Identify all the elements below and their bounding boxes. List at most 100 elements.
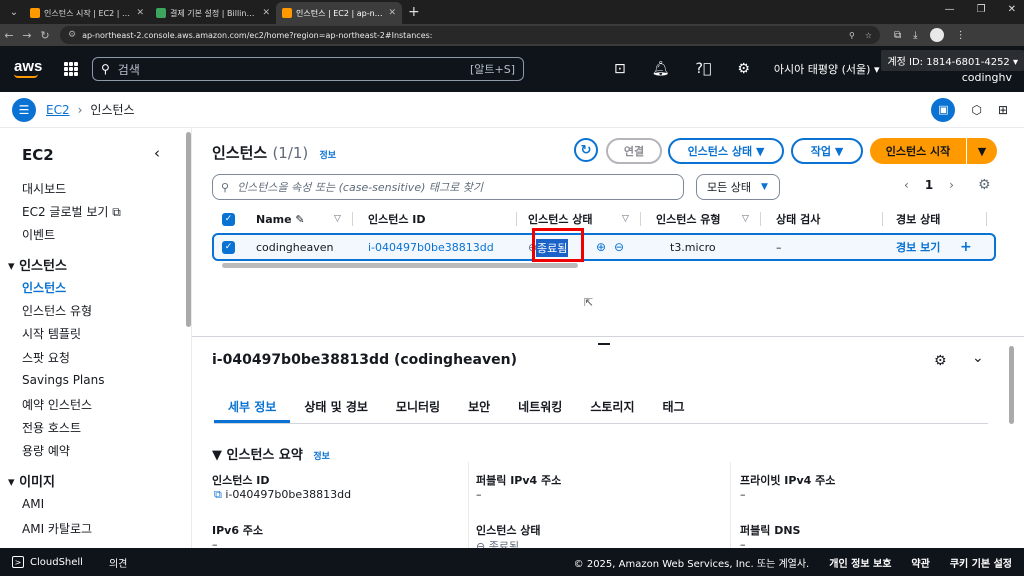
tab-networking[interactable]: 네트워킹 <box>504 392 576 423</box>
tab-storage[interactable]: 스토리지 <box>576 392 648 423</box>
sidebar-item-reserved-instances[interactable]: 예약 인스턴스 <box>22 396 92 413</box>
col-header-instance-id[interactable]: 인스턴스 ID <box>368 211 426 227</box>
add-alarm-button[interactable]: + <box>960 239 972 255</box>
bookmark-star-icon[interactable]: ☆ <box>865 31 872 40</box>
instance-state-button[interactable]: 인스턴스 상태 ▼ <box>668 138 784 164</box>
table-horizontal-scrollbar[interactable] <box>222 263 578 268</box>
sidebar-item-instances[interactable]: 인스턴스 <box>22 279 66 296</box>
next-page-icon[interactable]: › <box>949 178 954 192</box>
privacy-link[interactable]: 개인 정보 보호 <box>829 555 891 570</box>
sidebar-item-ami-catalog[interactable]: AMI 카탈로그 <box>22 520 92 537</box>
notifications-hex-icon[interactable]: ⬡ <box>971 103 981 117</box>
close-tab-icon[interactable]: ✕ <box>262 8 270 18</box>
download-icon[interactable]: ⤓ <box>913 30 917 41</box>
split-panel-icon[interactable]: ▣ <box>931 97 956 122</box>
sidebar-item-savings-plans[interactable]: Savings Plans <box>22 373 104 387</box>
sort-icon[interactable]: ▽ <box>622 214 629 224</box>
services-grid-icon[interactable] <box>64 62 78 76</box>
chevron-down-icon[interactable]: ⌄ <box>972 350 984 366</box>
account-user-name[interactable]: codinghv <box>962 71 1012 84</box>
sidebar-item-events[interactable]: 이벤트 <box>22 226 55 243</box>
cloudshell-icon[interactable]: ⊡ <box>614 61 626 77</box>
zoom-icon[interactable]: ⚲ <box>849 31 855 40</box>
sidebar-section-instances[interactable]: ▾ 인스턴스 <box>8 255 67 274</box>
cloudshell-button[interactable]: > CloudShell <box>12 556 83 568</box>
gear-icon[interactable]: ⚙ <box>737 61 750 77</box>
page-number[interactable]: 1 <box>925 178 933 192</box>
restore-icon[interactable]: ❐ <box>977 4 986 15</box>
info-link[interactable]: 정보 <box>320 151 337 161</box>
col-header-status-check[interactable]: 상태 검사 <box>776 211 820 227</box>
new-tab-button[interactable]: + <box>408 4 420 20</box>
copy-icon[interactable]: ⧉ <box>214 488 222 501</box>
zoom-in-icon[interactable]: ⊕ <box>596 240 606 254</box>
sidebar-item-dashboard[interactable]: 대시보드 <box>22 180 66 197</box>
region-selector[interactable]: 아시아 태평양 (서울) ▾ <box>774 61 880 77</box>
info-link[interactable]: 정보 <box>313 452 330 462</box>
chevron-left-icon[interactable]: ‹ <box>154 144 160 162</box>
col-header-name[interactable]: Name ✎ <box>256 213 305 226</box>
tab-status-alarms[interactable]: 상태 및 경보 <box>290 392 382 423</box>
help-icon[interactable]: ?⃝ <box>696 61 712 77</box>
col-header-instance-type[interactable]: 인스턴스 유형 <box>656 211 721 227</box>
launch-instance-button[interactable]: 인스턴스 시작 <box>870 138 966 164</box>
terms-link[interactable]: 약관 <box>911 555 929 570</box>
browser-menu-icon[interactable]: ⋮ <box>956 30 966 41</box>
aws-logo[interactable]: aws <box>14 59 42 78</box>
connect-button[interactable]: 연결 <box>606 138 662 164</box>
launch-dropdown-button[interactable]: ▼ <box>967 138 997 164</box>
sidebar-item-spot-requests[interactable]: 스팟 요청 <box>22 349 70 366</box>
extensions-icon[interactable]: ⧉ <box>894 30 901 41</box>
cell-instance-id-link[interactable]: i-040497b0be38813dd <box>368 241 494 254</box>
main-scrollbar[interactable] <box>1009 346 1014 424</box>
table-settings-gear-icon[interactable]: ⚙ <box>978 177 991 193</box>
reload-icon[interactable]: ↻ <box>36 29 54 42</box>
col-header-instance-state[interactable]: 인스턴스 상태 <box>528 211 593 227</box>
sidebar-item-dedicated-hosts[interactable]: 전용 호스트 <box>22 419 81 436</box>
sort-icon[interactable]: ▽ <box>334 214 341 224</box>
instance-summary-header[interactable]: ▼ 인스턴스 요약 정보 <box>212 444 330 463</box>
view-alarms-link[interactable]: 경보 보기 <box>896 239 940 255</box>
actions-button[interactable]: 작업 ▼ <box>791 138 863 164</box>
zoom-out-icon[interactable]: ⊖ <box>614 240 624 254</box>
feedback-icon[interactable]: ⊞ <box>998 103 1008 117</box>
minimize-icon[interactable]: — <box>945 4 955 15</box>
select-all-checkbox[interactable]: ✓ <box>222 212 235 226</box>
global-search-input[interactable]: ⚲ 검색 [알트+S] <box>92 57 524 81</box>
close-tab-icon[interactable]: ✕ <box>136 8 144 18</box>
refresh-button[interactable]: ↻ <box>574 138 598 162</box>
sidebar-section-images[interactable]: ▾ 이미지 <box>8 471 55 490</box>
close-tab-icon[interactable]: ✕ <box>388 8 396 18</box>
feedback-link[interactable]: 의견 <box>109 555 127 570</box>
breadcrumb-ec2-link[interactable]: EC2 <box>46 103 70 117</box>
close-window-icon[interactable]: ✕ <box>1008 4 1016 15</box>
prev-page-icon[interactable]: ‹ <box>904 178 909 192</box>
browser-tab-1[interactable]: 결제 기본 설정 | Billing and Co ✕ <box>150 2 276 24</box>
site-info-icon[interactable]: ⚙ <box>68 30 76 40</box>
col-header-alarm-status[interactable]: 경보 상태 <box>896 211 940 227</box>
sidebar-item-instance-types[interactable]: 인스턴스 유형 <box>22 302 92 319</box>
sidebar-scrollbar[interactable] <box>186 132 191 327</box>
sort-icon[interactable]: ▽ <box>742 214 749 224</box>
row-checkbox[interactable]: ✓ <box>222 240 235 254</box>
account-id-tooltip[interactable]: 계정 ID: 1814-6801-4252 ▾ <box>881 50 1024 71</box>
forward-icon[interactable]: → <box>18 29 36 42</box>
table-row[interactable]: ✓ codingheaven i-040497b0be38813dd ⊖ ⊕ ⊖… <box>212 233 996 261</box>
sidebar-item-ami[interactable]: AMI <box>22 497 44 511</box>
browser-tab-2[interactable]: 인스턴스 | EC2 | ap-northeast- ✕ <box>276 2 402 24</box>
split-panel-resize-handle[interactable] <box>598 343 610 345</box>
detail-settings-gear-icon[interactable]: ⚙ <box>934 353 947 369</box>
side-nav-toggle-icon[interactable]: ☰ <box>12 97 36 122</box>
state-filter-select[interactable]: 모든 상태 ▼ <box>696 174 780 200</box>
profile-avatar[interactable] <box>929 28 944 42</box>
sidebar-item-launch-templates[interactable]: 시작 템플릿 <box>22 325 81 342</box>
back-icon[interactable]: ← <box>0 29 18 42</box>
browser-tab-0[interactable]: 인스턴스 시작 | EC2 | ap-north ✕ <box>24 2 150 24</box>
url-field[interactable]: ⚙ ap-northeast-2.console.aws.amazon.com/… <box>60 26 880 44</box>
cookie-preferences-link[interactable]: 쿠키 기본 설정 <box>950 555 1012 570</box>
bell-icon[interactable]: 🔔︎ <box>652 61 670 77</box>
tab-monitoring[interactable]: 모니터링 <box>382 392 454 423</box>
tab-search-icon[interactable]: ⌄ <box>4 3 24 21</box>
sidebar-item-capacity-reservations[interactable]: 용량 예약 <box>22 442 70 459</box>
tab-security[interactable]: 보안 <box>454 392 504 423</box>
